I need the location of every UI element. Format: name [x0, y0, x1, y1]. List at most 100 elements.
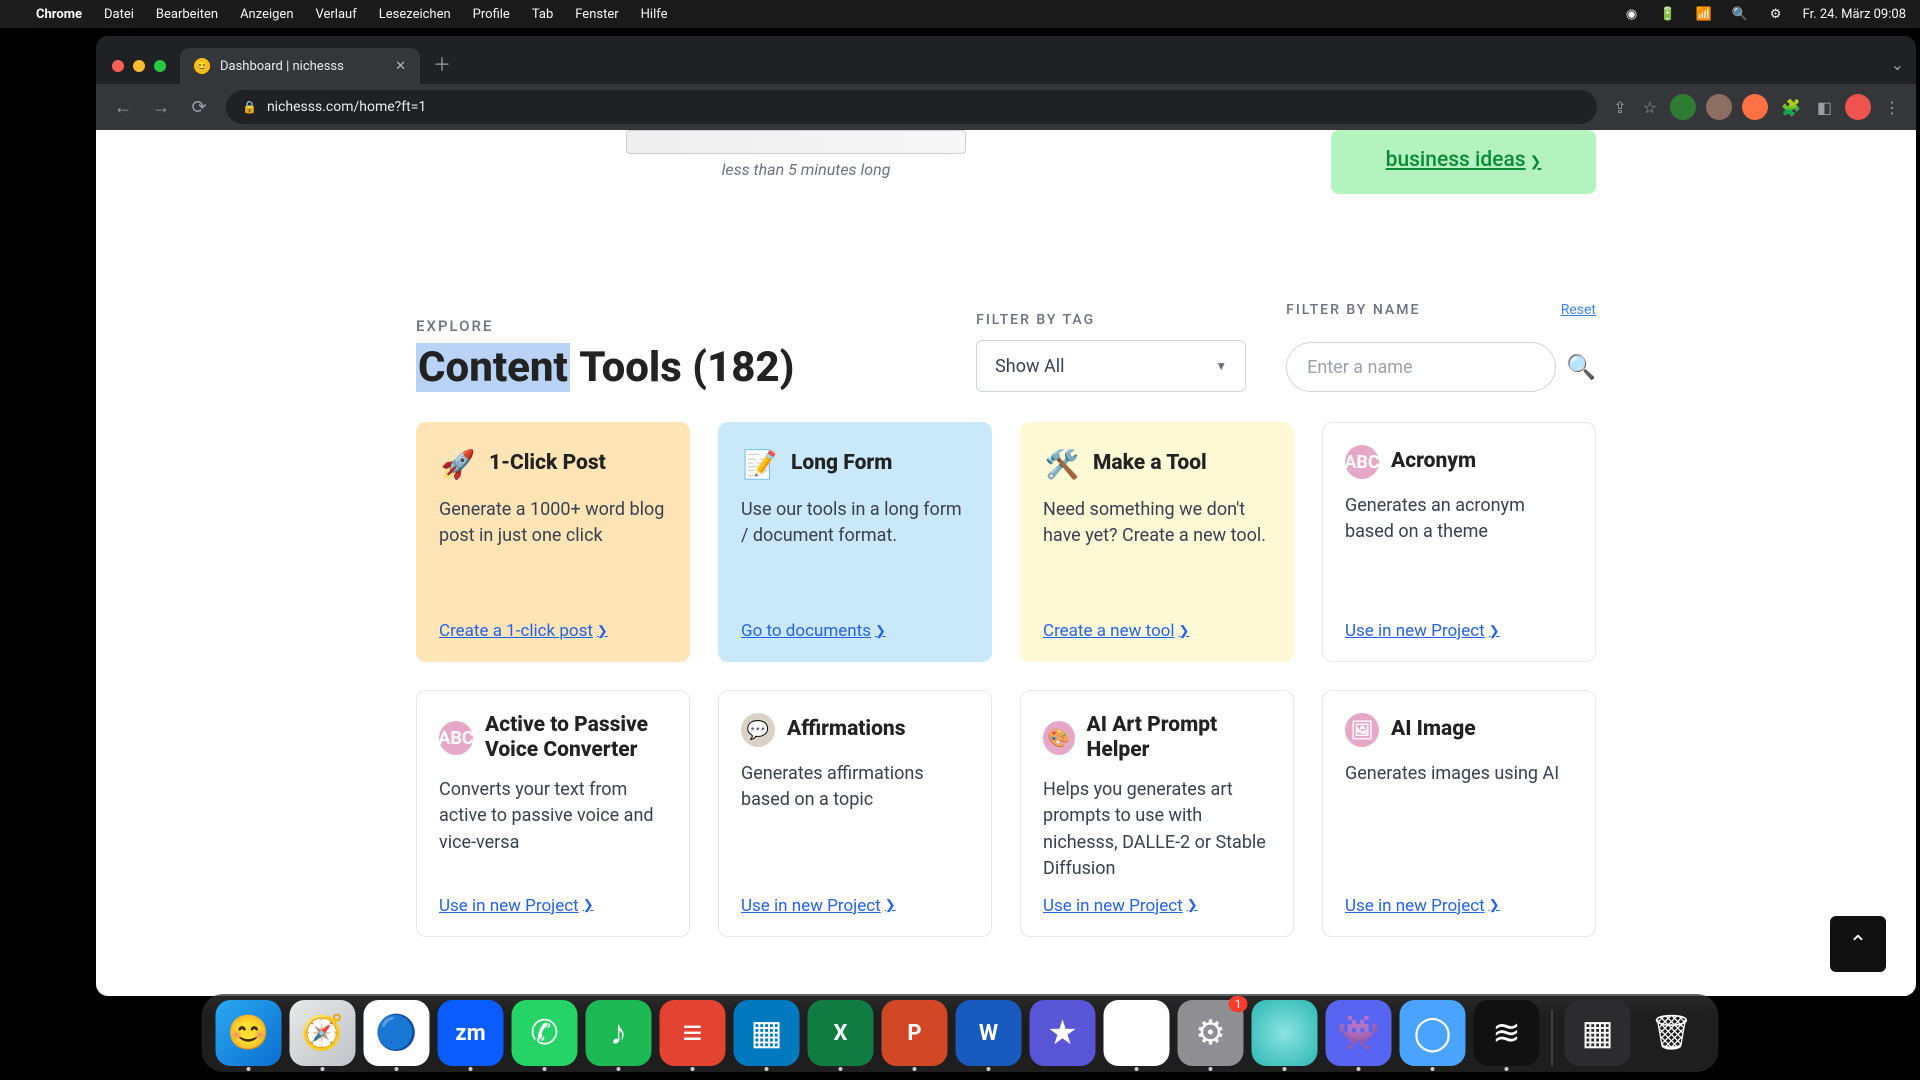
dock-app-blue[interactable]: ◯ [1400, 1000, 1466, 1066]
dock-drive[interactable]: ▲ [1104, 1000, 1170, 1066]
dock-imovie[interactable]: ★ [1030, 1000, 1096, 1066]
macos-menubar: Chrome Datei Bearbeiten Anzeigen Verlauf… [0, 0, 1920, 28]
menu-bearbeiten[interactable]: Bearbeiten [156, 7, 218, 22]
menu-datei[interactable]: Datei [104, 7, 134, 22]
menu-profile[interactable]: Profile [473, 7, 510, 22]
extension-icon-3[interactable] [1742, 94, 1768, 120]
tool-action-link[interactable]: Go to documents❯ [741, 621, 969, 641]
tool-icon: 💬 [741, 713, 775, 747]
menu-lesezeichen[interactable]: Lesezeichen [379, 7, 451, 22]
tool-card[interactable]: 🚀1-Click PostGenerate a 1000+ word blog … [416, 422, 690, 662]
dock-zoom[interactable]: zm [438, 1000, 504, 1066]
chevron-right-icon: ❯ [1187, 898, 1198, 913]
dock-safari[interactable]: 🧭 [290, 1000, 356, 1066]
tool-action-link[interactable]: Use in new Project❯ [1345, 896, 1573, 916]
business-ideas-link[interactable]: business ideas❯ [1386, 148, 1542, 172]
chevron-right-icon: ❯ [597, 624, 608, 639]
dock-word[interactable]: W [956, 1000, 1022, 1066]
tool-action-link[interactable]: Create a 1-click post❯ [439, 621, 667, 641]
browser-toolbar: ← → ⟳ 🔒 nichesss.com/home?ft=1 ⇪ ☆ 🧩 ◧ ⋮ [96, 84, 1916, 130]
share-icon[interactable]: ⇪ [1613, 98, 1626, 117]
dock-whatsapp[interactable]: ✆ [512, 1000, 578, 1066]
forward-button[interactable]: → [144, 90, 178, 124]
wifi-icon[interactable]: 📶 [1695, 5, 1713, 23]
tool-action-link[interactable]: Create a new tool❯ [1043, 621, 1271, 641]
search-icon[interactable]: 🔍 [1731, 5, 1749, 23]
tool-title: Acronym [1391, 449, 1476, 474]
menu-tab[interactable]: Tab [532, 7, 553, 22]
extension-icon-2[interactable] [1706, 94, 1732, 120]
dock-powerpoint[interactable]: P [882, 1000, 948, 1066]
chevron-right-icon: ❯ [583, 898, 594, 913]
record-icon[interactable]: ◉ [1623, 5, 1641, 23]
browser-tab[interactable]: 😊 Dashboard | nichesss ✕ [180, 48, 420, 84]
video-thumbnail[interactable] [626, 130, 966, 154]
tool-action-link[interactable]: Use in new Project❯ [1043, 896, 1271, 916]
menu-anzeigen[interactable]: Anzeigen [240, 7, 293, 22]
tool-action-link[interactable]: Use in new Project❯ [439, 896, 667, 916]
tool-icon: 📝 [741, 445, 779, 483]
window-controls [112, 60, 166, 72]
dock-chrome[interactable]: 🔵 [364, 1000, 430, 1066]
menubar-app[interactable]: Chrome [36, 7, 82, 22]
tab-strip: 😊 Dashboard | nichesss ✕ ＋ ⌄ [96, 36, 1916, 84]
window-maximize[interactable] [154, 60, 166, 72]
window-minimize[interactable] [133, 60, 145, 72]
control-center-icon[interactable]: ⚙ [1767, 5, 1785, 23]
tool-title: Affirmations [787, 717, 906, 742]
sidepanel-icon[interactable]: ◧ [1817, 98, 1832, 117]
filter-tag-value: Show All [995, 356, 1064, 377]
dock-spotify[interactable]: ♪ [586, 1000, 652, 1066]
bookmark-star-icon[interactable]: ☆ [1643, 98, 1657, 117]
tabs-dropdown-icon[interactable]: ⌄ [1891, 55, 1904, 74]
extensions-puzzle-icon[interactable]: 🧩 [1781, 98, 1801, 117]
dock-excel[interactable]: X [808, 1000, 874, 1066]
search-icon[interactable]: 🔍 [1566, 353, 1596, 381]
explore-label: EXPLORE [416, 317, 936, 335]
window-close[interactable] [112, 60, 124, 72]
chrome-menu-icon[interactable]: ⋮ [1884, 98, 1900, 117]
dock-voice[interactable]: ≋ [1474, 1000, 1540, 1066]
new-tab-button[interactable]: ＋ [428, 50, 456, 78]
dock-trello[interactable]: ▦ [734, 1000, 800, 1066]
dock-mission[interactable]: ▦ [1565, 1000, 1631, 1066]
scroll-to-top-button[interactable]: ⌃ [1830, 916, 1886, 972]
tool-card[interactable]: 🛠️Make a ToolNeed something we don't hav… [1020, 422, 1294, 662]
reload-button[interactable]: ⟳ [182, 90, 216, 124]
tool-description: Generates an acronym based on a theme [1345, 493, 1573, 607]
dock-trash[interactable]: 🗑 [1639, 1000, 1705, 1066]
filter-name-input[interactable] [1286, 342, 1556, 392]
tool-description: Use our tools in a long form / document … [741, 497, 969, 607]
profile-avatar[interactable] [1845, 94, 1871, 120]
tool-card[interactable]: 🖼AI ImageGenerates images using AIUse in… [1322, 690, 1596, 937]
tool-card[interactable]: 📝 Long Form Use our tools in a long form /… [718, 422, 992, 662]
tool-card[interactable]: 🎨AI Art Prompt HelperHelps you generates… [1020, 690, 1294, 937]
tool-title: Long Form [791, 451, 892, 476]
dock-finder[interactable]: 😊 [216, 1000, 282, 1066]
dock-todoist[interactable]: ≡ [660, 1000, 726, 1066]
extension-icon-1[interactable] [1670, 94, 1696, 120]
menu-hilfe[interactable]: Hilfe [641, 7, 668, 22]
filter-name-label: FILTER BY NAME [1286, 302, 1420, 318]
battery-icon[interactable]: 🔋 [1659, 5, 1677, 23]
dock-app-teal[interactable] [1252, 1000, 1318, 1066]
tool-card[interactable]: 💬AffirmationsGenerates affirmations base… [718, 690, 992, 937]
dock-discord[interactable]: 👾 [1326, 1000, 1392, 1066]
chevron-right-icon: ❯ [1489, 624, 1500, 639]
menu-verlauf[interactable]: Verlauf [316, 7, 357, 22]
address-bar[interactable]: 🔒 nichesss.com/home?ft=1 [226, 90, 1597, 124]
reset-link[interactable]: Reset [1561, 302, 1596, 318]
dock-settings[interactable]: ⚙1 [1178, 1000, 1244, 1066]
chevron-right-icon: ❯ [1179, 624, 1190, 639]
tool-card[interactable]: ABC Acronym Generates an acronym based on … [1322, 422, 1596, 662]
tool-icon: ABC [1345, 445, 1379, 479]
tool-card[interactable]: ABCActive to Passive Voice ConverterConv… [416, 690, 690, 937]
tab-close-icon[interactable]: ✕ [395, 59, 406, 74]
tool-action-link[interactable]: Use in new Project❯ [741, 896, 969, 916]
filter-tag-select[interactable]: Show All ▼ [976, 340, 1246, 392]
menubar-clock[interactable]: Fr. 24. März 09:08 [1803, 7, 1906, 22]
business-ideas-box[interactable]: business ideas❯ [1331, 130, 1596, 194]
back-button[interactable]: ← [106, 90, 140, 124]
menu-fenster[interactable]: Fenster [575, 7, 618, 22]
tool-action-link[interactable]: Use in new Project❯ [1345, 621, 1573, 641]
